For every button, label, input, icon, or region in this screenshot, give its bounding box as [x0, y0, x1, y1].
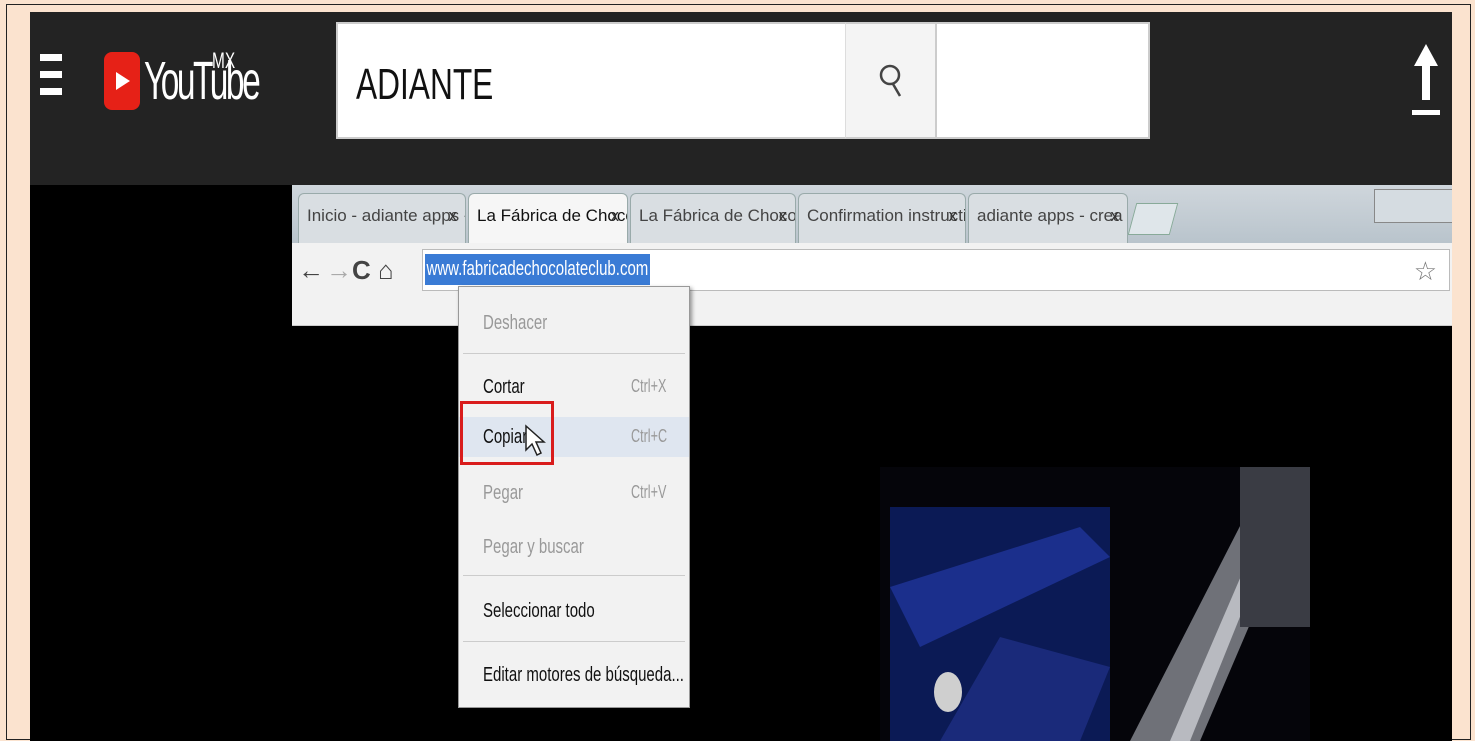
upload-icon[interactable] — [1408, 40, 1444, 120]
youtube-wordmark: YouTube — [144, 51, 261, 111]
video-background-art — [880, 467, 1310, 741]
forward-icon[interactable]: → — [326, 255, 352, 286]
hamburger-menu-icon[interactable] — [40, 54, 62, 110]
tab-fabrica-facebook[interactable]: La Fábrica de Chocolate Cx — [630, 193, 796, 243]
close-tab-icon[interactable]: x — [779, 206, 788, 226]
menu-item-label: Cortar — [483, 376, 525, 398]
tab-label: Confirmation instruction — [807, 206, 965, 225]
context-menu: Deshacer Cortar Ctrl+X Copiar Ctrl+C Pegar… — [458, 286, 690, 708]
search-button[interactable] — [845, 22, 937, 139]
menu-separator — [463, 641, 685, 642]
close-tab-icon[interactable]: x — [949, 206, 958, 226]
play-icon — [104, 52, 140, 110]
address-bar[interactable]: www.fabricadechocolateclub.com ☆ — [422, 249, 1450, 291]
tab-label: adiante apps - crea tu ap — [977, 206, 1127, 225]
menu-item-label: Deshacer — [483, 312, 548, 334]
tab-label: La Fábrica de Chocolate C — [639, 206, 796, 225]
region-label: MX — [212, 48, 236, 73]
tab-fabrica-active[interactable]: La Fábrica de Chocolate Cx — [468, 193, 628, 243]
search-input[interactable]: ADIANTE — [336, 22, 1150, 139]
menu-item-pegar: Pegar Ctrl+V — [459, 473, 689, 513]
youtube-logo[interactable]: YouTube MX — [104, 48, 328, 112]
tab-inicio[interactable]: Inicio - adiante apps - crex — [298, 193, 466, 243]
url-text-selected[interactable]: www.fabricadechocolateclub.com — [425, 254, 650, 285]
home-icon[interactable]: ⌂ — [378, 255, 394, 286]
close-tab-icon[interactable]: x — [449, 206, 458, 226]
menu-item-label: Seleccionar todo — [483, 600, 595, 622]
menu-item-editar-motores[interactable]: Editar motores de búsqueda... — [459, 655, 689, 695]
menu-item-deshacer: Deshacer — [459, 303, 689, 343]
menu-item-shortcut: Ctrl+X — [631, 376, 667, 396]
close-tab-icon[interactable]: x — [1111, 206, 1120, 226]
reload-icon[interactable]: C — [352, 255, 371, 286]
menu-item-label: Pegar y buscar — [483, 536, 584, 558]
menu-separator — [463, 575, 685, 576]
youtube-header: YouTube MX ADIANTE — [30, 12, 1452, 185]
menu-item-shortcut: Ctrl+V — [631, 482, 667, 502]
new-tab-button[interactable] — [1127, 203, 1179, 235]
video-screen: YouTube MX ADIANTE Inicio - adiante apps… — [30, 12, 1452, 741]
close-tab-icon[interactable]: x — [611, 206, 620, 226]
tab-gmail-confirmation[interactable]: Confirmation instructionx — [798, 193, 966, 243]
tab-label: La Fábrica de Chocolate C — [477, 206, 627, 225]
menu-item-shortcut: Ctrl+C — [631, 426, 668, 446]
search-icon — [879, 64, 902, 97]
tab-adiante-apps[interactable]: adiante apps - crea tu apx — [968, 193, 1128, 243]
back-icon[interactable]: ← — [298, 255, 324, 286]
menu-item-label: Editar motores de búsqueda... — [483, 664, 684, 686]
menu-item-label: Pegar — [483, 482, 524, 504]
menu-separator — [463, 353, 685, 354]
search-query: ADIANTE — [356, 60, 494, 109]
menu-item-pegar-y-buscar: Pegar y buscar — [459, 527, 689, 567]
bookmark-star-icon[interactable]: ☆ — [1414, 256, 1437, 287]
window-controls[interactable] — [1374, 189, 1452, 223]
menu-item-seleccionar-todo[interactable]: Seleccionar todo — [459, 591, 689, 631]
outer-frame: YouTube MX ADIANTE Inicio - adiante apps… — [6, 4, 1471, 741]
tab-label: Inicio - adiante apps - cre — [307, 206, 465, 225]
tab-strip: Inicio - adiante apps - crex La Fábrica … — [292, 185, 1452, 243]
mouse-cursor-icon — [525, 424, 546, 457]
